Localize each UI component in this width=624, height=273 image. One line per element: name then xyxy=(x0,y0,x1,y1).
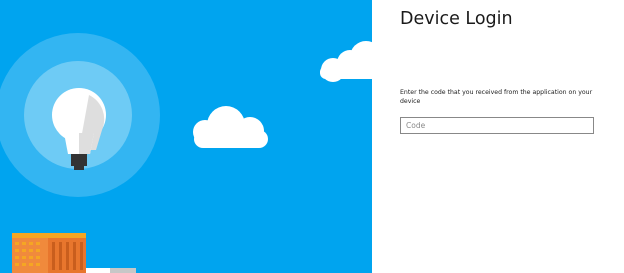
hero-illustration xyxy=(0,0,372,273)
cloud-icon xyxy=(193,106,268,148)
code-input[interactable] xyxy=(400,117,594,134)
building-icon xyxy=(12,233,136,273)
instructions-text: Enter the code that you received from th… xyxy=(400,89,593,105)
cloud-icon xyxy=(320,41,372,82)
lightbulb-icon xyxy=(0,33,160,197)
device-login-page: Device Login Enter the code that you rec… xyxy=(0,0,624,273)
page-title: Device Login xyxy=(400,9,513,29)
login-panel: Device Login Enter the code that you rec… xyxy=(372,0,624,273)
